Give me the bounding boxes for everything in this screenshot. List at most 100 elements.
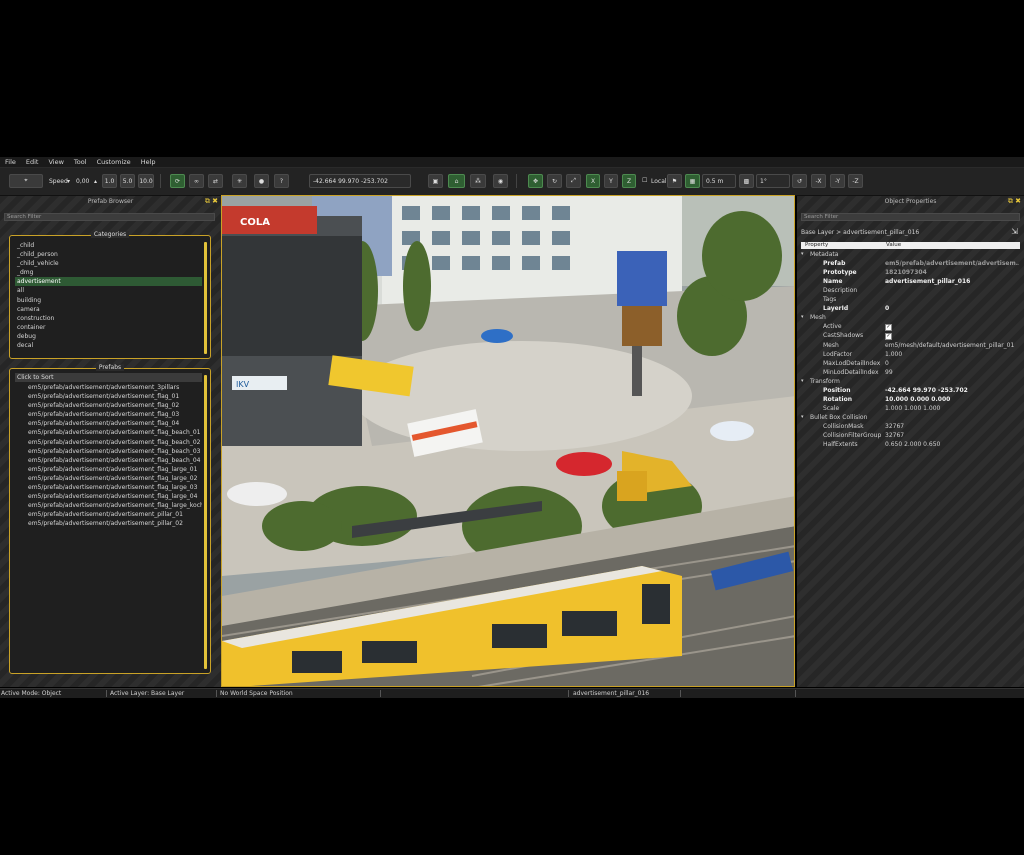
collapse-icon[interactable]: ▾	[801, 313, 804, 322]
rotate-icon[interactable]: ↻	[547, 174, 562, 188]
property-value[interactable]: 32767	[885, 431, 1019, 440]
property-value[interactable]: 32767	[885, 422, 1019, 431]
property-section[interactable]: Bullet Box Collision ▾	[801, 413, 1020, 422]
link-icon[interactable]: ∞	[189, 174, 204, 188]
property-section[interactable]: Transform ▾	[801, 377, 1020, 386]
grid-icon[interactable]: ▦	[685, 174, 700, 188]
property-checkbox[interactable]: ✓	[885, 322, 1019, 332]
layers-icon[interactable]: ▣	[428, 174, 443, 188]
scene-viewport[interactable]: COLA IKV	[221, 195, 795, 687]
category-item[interactable]: construction	[15, 314, 202, 323]
menu-view[interactable]: View	[43, 158, 68, 166]
checkbox-icon[interactable]: ✓	[885, 324, 892, 332]
property-value[interactable]: 1.000	[885, 350, 1019, 359]
property-section[interactable]: Mesh ▾	[801, 313, 1020, 322]
prefab-item[interactable]: em5/prefab/advertisement/advertisement_f…	[26, 492, 202, 501]
speed-preset-10[interactable]: 10.0	[138, 174, 154, 188]
speed-up-icon[interactable]: ▴	[94, 178, 97, 185]
speed-preset-1[interactable]: 1.0	[102, 174, 117, 188]
refresh-icon[interactable]: ⟳	[170, 174, 185, 188]
menu-file[interactable]: File	[0, 158, 21, 166]
grid-size-select[interactable]: 0.5 m	[702, 174, 736, 188]
prefab-search-input[interactable]: Search Filter	[4, 213, 215, 221]
prefab-item[interactable]: em5/prefab/advertisement/advertisement_f…	[26, 392, 202, 401]
property-value[interactable]: 1.000 1.000 1.000	[885, 404, 1019, 413]
prefab-item[interactable]: em5/prefab/advertisement/advertisement_f…	[26, 474, 202, 483]
property-value[interactable]: 99	[885, 368, 1019, 377]
property-value[interactable]: em5/prefab/advertisement/advertisem...	[885, 259, 1019, 268]
category-item[interactable]: building	[15, 296, 202, 305]
property-value[interactable]: 0	[885, 304, 1019, 313]
panel-controls[interactable]: ⧉ ✖	[205, 197, 218, 206]
prefabs-scrollbar[interactable]	[204, 375, 207, 669]
collapse-icon[interactable]: ▾	[801, 250, 804, 259]
speed-down-icon[interactable]: ▾	[67, 178, 70, 185]
swap-icon[interactable]: ⇄	[208, 174, 223, 188]
property-value[interactable]: 0	[885, 359, 1019, 368]
property-value[interactable]: em5/mesh/default/advertisement_pillar_01	[885, 341, 1019, 350]
property-value[interactable]: 1821097304	[885, 268, 1019, 277]
record-icon[interactable]: ●	[254, 174, 269, 188]
category-item[interactable]: all	[15, 286, 202, 295]
prefab-item[interactable]: em5/prefab/advertisement/advertisement_f…	[26, 465, 202, 474]
snap-object-icon[interactable]: ⌂	[448, 174, 465, 188]
prefab-item[interactable]: em5/prefab/advertisement/advertisement_f…	[26, 501, 202, 510]
angle-snap-select[interactable]: 1°	[756, 174, 790, 188]
prefab-item[interactable]: em5/prefab/advertisement/advertisement_p…	[26, 510, 202, 519]
prefab-item[interactable]: em5/prefab/advertisement/advertisement_f…	[26, 401, 202, 410]
category-item[interactable]: _child	[15, 241, 202, 250]
property-value[interactable]: 10.000 0.000 0.000	[885, 395, 1019, 404]
category-item[interactable]: debug	[15, 332, 202, 341]
collapse-icon[interactable]: ▾	[801, 413, 804, 422]
visibility-icon[interactable]: ◉	[493, 174, 508, 188]
property-value[interactable]: advertisement_pillar_016	[885, 277, 1019, 286]
collapse-icon[interactable]: ▾	[801, 377, 804, 386]
prefab-item[interactable]: em5/prefab/advertisement/advertisement_f…	[26, 428, 202, 437]
category-item[interactable]: decal	[15, 341, 202, 350]
category-item[interactable]: camera	[15, 305, 202, 314]
scale-icon[interactable]: ⤢	[566, 174, 581, 188]
prefab-item[interactable]: em5/prefab/advertisement/advertisement_f…	[26, 419, 202, 428]
help-button[interactable]: ?	[274, 174, 289, 188]
sort-header[interactable]: Click to Sort	[15, 373, 202, 383]
coordinates-field[interactable]: -42.664 99.970 -253.702	[309, 174, 411, 188]
axis-x-button[interactable]: X	[586, 174, 600, 188]
pivot-icon[interactable]: ⚑	[667, 174, 682, 188]
prefab-item[interactable]: em5/prefab/advertisement/advertisement_f…	[26, 483, 202, 492]
camera-tool-button[interactable]: ⌖	[9, 174, 43, 188]
panel-controls[interactable]: ⧉ ✖	[1008, 197, 1021, 206]
negative-y-button[interactable]: -Y	[830, 174, 845, 188]
property-checkbox[interactable]: ✓	[885, 331, 1019, 341]
reset-rotation-icon[interactable]: ↺	[792, 174, 807, 188]
prefab-item[interactable]: em5/prefab/advertisement/advertisement_f…	[26, 447, 202, 456]
prefab-item[interactable]: em5/prefab/advertisement/advertisement_f…	[26, 438, 202, 447]
property-section[interactable]: Metadata ▾	[801, 250, 1020, 259]
menu-edit[interactable]: Edit	[21, 158, 44, 166]
prefab-item[interactable]: em5/prefab/advertisement/advertisement_3…	[26, 383, 202, 392]
expand-icon[interactable]: ⇲	[1011, 227, 1018, 236]
category-item[interactable]: _dmg	[15, 268, 202, 277]
property-value[interactable]: 0.650 2.000 0.650	[885, 440, 1019, 449]
local-checkbox[interactable]: ☐	[642, 177, 647, 184]
category-item[interactable]: _child_person	[15, 250, 202, 259]
light-icon[interactable]: ✳	[232, 174, 247, 188]
speed-value[interactable]: 0,00	[76, 178, 89, 185]
angle-grid-icon[interactable]: ▩	[739, 174, 754, 188]
category-item[interactable]: advertisement	[15, 277, 202, 287]
category-item[interactable]: _child_vehicle	[15, 259, 202, 268]
axis-z-button[interactable]: Z	[622, 174, 636, 188]
categories-scrollbar[interactable]	[204, 242, 207, 354]
menu-help[interactable]: Help	[136, 158, 161, 166]
category-item[interactable]: container	[15, 323, 202, 332]
checkbox-icon[interactable]: ✓	[885, 333, 892, 341]
negative-z-button[interactable]: -Z	[848, 174, 863, 188]
property-value[interactable]: -42.664 99.970 -253.702	[885, 386, 1019, 395]
menu-customize[interactable]: Customize	[92, 158, 136, 166]
prefab-item[interactable]: em5/prefab/advertisement/advertisement_f…	[26, 410, 202, 419]
properties-search-input[interactable]: Search Filter	[801, 213, 1020, 221]
axis-y-button[interactable]: Y	[604, 174, 618, 188]
speed-preset-5[interactable]: 5.0	[120, 174, 135, 188]
move-icon[interactable]: ✥	[528, 174, 543, 188]
prefab-item[interactable]: em5/prefab/advertisement/advertisement_f…	[26, 456, 202, 465]
prefab-item[interactable]: em5/prefab/advertisement/advertisement_p…	[26, 519, 202, 528]
